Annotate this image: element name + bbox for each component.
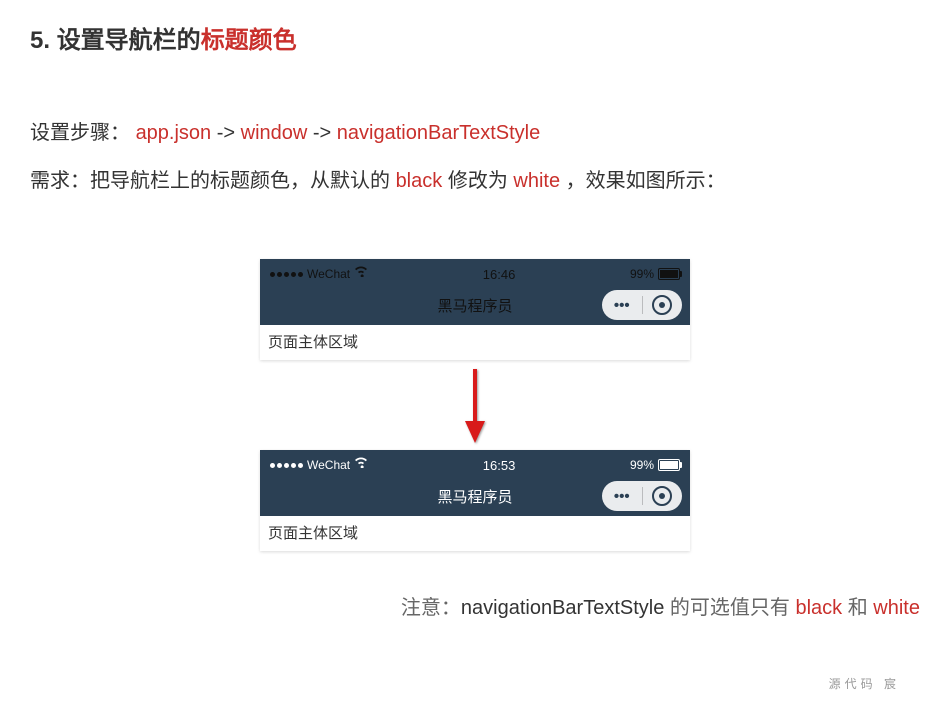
note-white: white (873, 597, 920, 619)
note-mid: 的可选值只有 (664, 597, 795, 619)
requirement-line: 需求：把导航栏上的标题颜色，从默认的 black 修改为 white ，效果如图… (30, 163, 920, 199)
signal-dots-icon (270, 463, 303, 468)
status-left: WeChat (270, 267, 368, 281)
nav-bar-after: 黑马程序员 ••• (260, 476, 690, 516)
arrow-down (463, 360, 487, 450)
status-bar-after: WeChat 16:53 99% (260, 450, 690, 476)
wifi-icon (354, 457, 368, 471)
req-black: black (396, 170, 443, 192)
watermark: 源代码 宸 (829, 675, 900, 692)
status-right: 99% (630, 458, 680, 472)
nav-bar-before: 黑马程序员 ••• (260, 285, 690, 325)
step-arrow2: -> (307, 122, 336, 144)
battery-percent: 99% (630, 267, 654, 281)
time-after: 16:53 (483, 458, 516, 473)
steps-line: 设置步骤： app.json -> window -> navigationBa… (30, 115, 920, 151)
comparison-figure: WeChat 16:46 99% 黑马程序员 ••• (30, 259, 920, 551)
note-black: black (795, 597, 842, 619)
nav-title-after: 黑马程序员 (437, 486, 512, 507)
req-pre: 需求：把导航栏上的标题颜色，从默认的 (30, 170, 396, 192)
capsule-button[interactable]: ••• (602, 481, 682, 511)
capsule-menu-icon: ••• (602, 297, 642, 314)
steps-label: 设置步骤： (30, 122, 130, 144)
page-body-after: 页面主体区域 (260, 516, 690, 551)
capsule-close-icon (643, 295, 683, 315)
note-label: 注意： (401, 597, 461, 619)
heading-highlight: 标题颜色 (201, 27, 297, 54)
wifi-icon (354, 266, 368, 280)
note-key: navigationBarTextStyle (461, 597, 664, 619)
req-white: white (513, 170, 560, 192)
page-body-before: 页面主体区域 (260, 325, 690, 360)
battery-icon (658, 268, 680, 280)
note-and: 和 (842, 597, 873, 619)
status-left: WeChat (270, 458, 368, 472)
capsule-menu-icon: ••• (602, 488, 642, 505)
phone-after: WeChat 16:53 99% 黑马程序员 ••• (260, 450, 690, 551)
carrier-label: WeChat (307, 458, 350, 472)
heading-pre: 设置导航栏的 (57, 27, 201, 54)
note-line: 注意：navigationBarTextStyle 的可选值只有 black 和… (30, 591, 920, 620)
battery-percent: 99% (630, 458, 654, 472)
status-bar-before: WeChat 16:46 99% (260, 259, 690, 285)
step-appjson: app.json (136, 122, 212, 144)
step-arrow1: -> (211, 122, 240, 144)
heading-number: 5. (30, 27, 57, 54)
arrow-down-icon (463, 365, 487, 445)
phone-before: WeChat 16:46 99% 黑马程序员 ••• (260, 259, 690, 360)
step-navkey: navigationBarTextStyle (337, 122, 540, 144)
capsule-button[interactable]: ••• (602, 290, 682, 320)
battery-icon (658, 459, 680, 471)
capsule-close-icon (643, 486, 683, 506)
status-right: 99% (630, 267, 680, 281)
req-mid: 修改为 (442, 170, 513, 192)
signal-dots-icon (270, 272, 303, 277)
step-window: window (241, 122, 308, 144)
section-heading: 5. 设置导航栏的标题颜色 (30, 20, 920, 55)
nav-title-before: 黑马程序员 (437, 295, 512, 316)
carrier-label: WeChat (307, 267, 350, 281)
req-post: ，效果如图所示： (560, 170, 726, 192)
time-before: 16:46 (483, 267, 516, 282)
